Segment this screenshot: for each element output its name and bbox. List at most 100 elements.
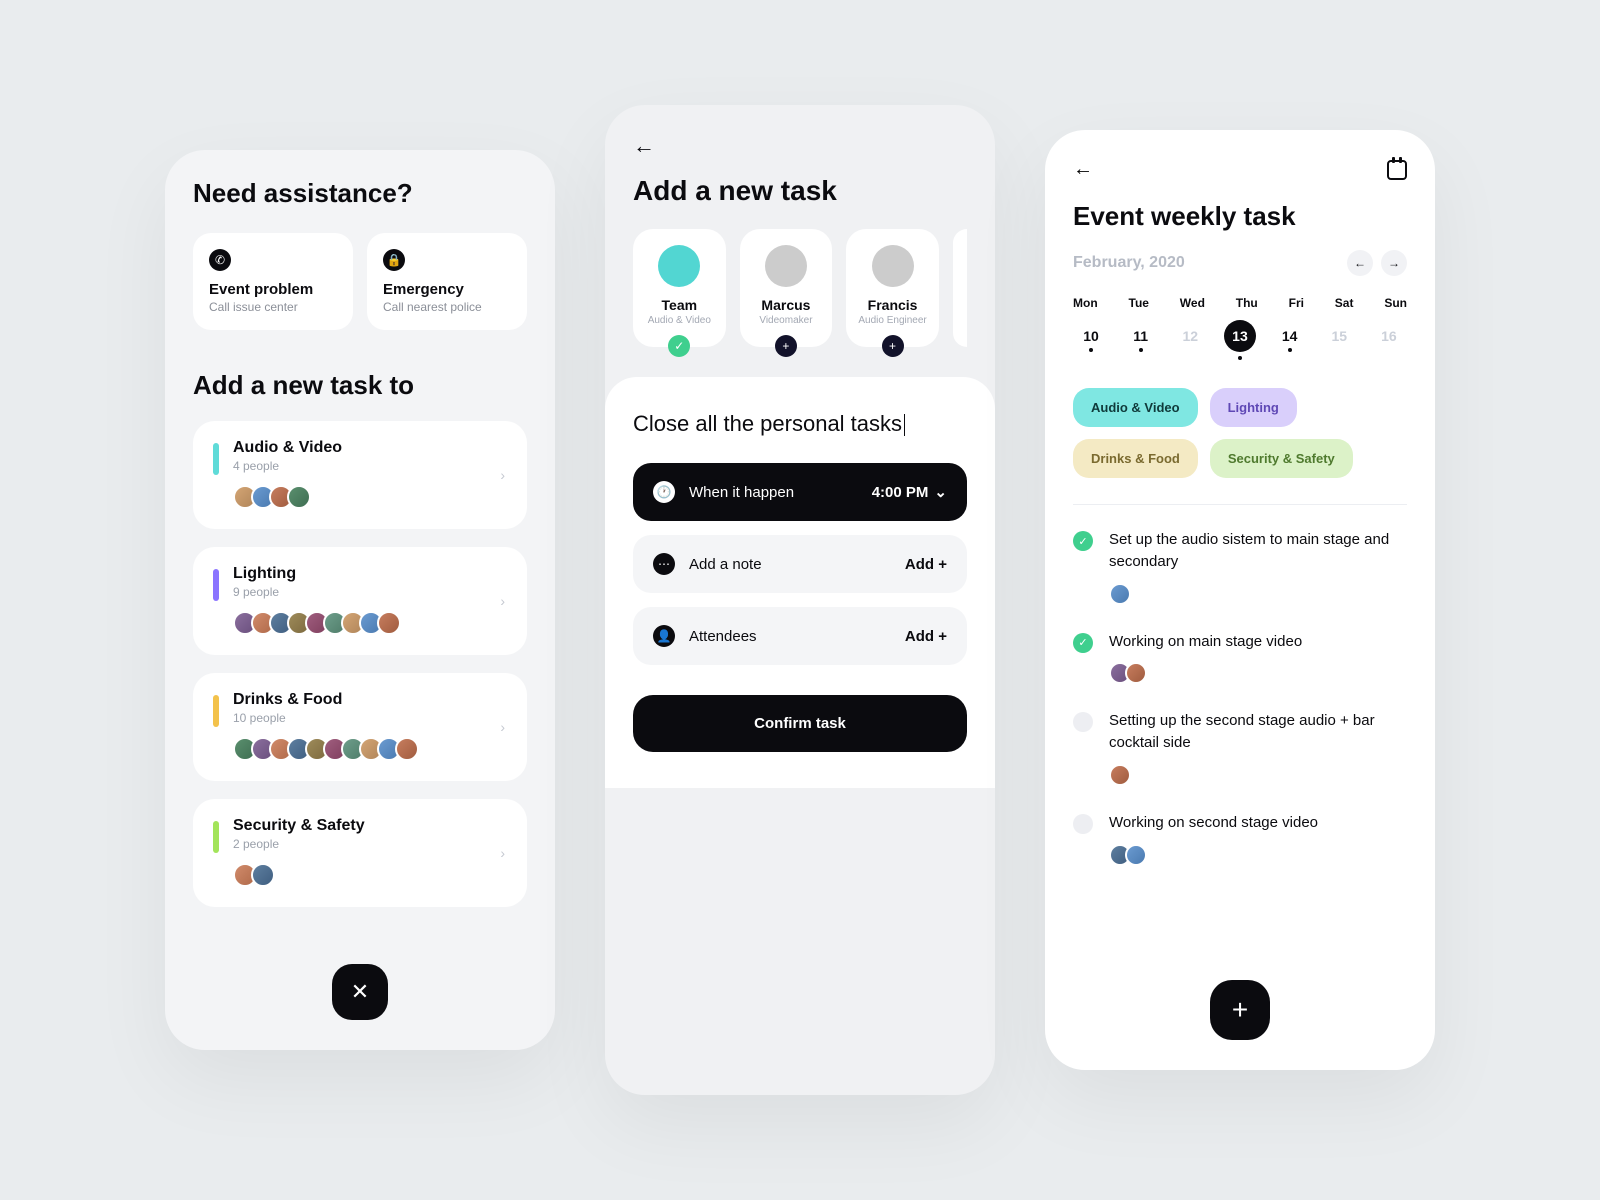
task-text: Working on second stage video (1109, 812, 1318, 834)
weekday: Thu (1236, 296, 1258, 310)
note-row[interactable]: ⋯ Add a note Add + (633, 535, 967, 593)
check-done-icon[interactable]: ✓ (1073, 633, 1093, 653)
month-label: February, 2020 (1073, 254, 1185, 272)
chevron-right-icon: › (500, 593, 505, 609)
task-text: Setting up the second stage audio + bar … (1109, 710, 1407, 754)
team-avatar (658, 245, 700, 287)
assignee-role: Audio & Video (633, 315, 726, 327)
weekday: Sat (1335, 296, 1354, 310)
back-button[interactable]: ← (1073, 158, 1093, 181)
add-button[interactable]: + (1210, 980, 1270, 1040)
weekday: Tue (1129, 296, 1149, 310)
person-icon: 👤 (653, 625, 675, 647)
day-16[interactable]: 16 (1371, 328, 1407, 352)
chip-drinks-food[interactable]: Drinks & Food (1073, 439, 1198, 478)
day-11[interactable]: 11 (1123, 328, 1159, 352)
category-drinks-food[interactable]: Drinks & Food 10 people › (193, 673, 527, 781)
day-15[interactable]: 15 (1321, 328, 1357, 352)
add-task-title: Add a new task to (193, 370, 527, 401)
help-event-problem[interactable]: ✆ Event problem Call issue center (193, 233, 353, 330)
assignee-name: Team (633, 297, 726, 313)
assignee-role: Videomaker (740, 315, 833, 327)
task-item[interactable]: Setting up the second stage audio + bar … (1073, 710, 1407, 786)
assignee-more[interactable] (953, 229, 967, 347)
help-emergency[interactable]: 🔒 Emergency Call nearest police (367, 233, 527, 330)
task-list: ✓ Set up the audio sistem to main stage a… (1073, 529, 1407, 866)
help-sub: Call nearest police (383, 300, 511, 314)
chip-lighting[interactable]: Lighting (1210, 388, 1297, 427)
back-button[interactable]: ← (633, 133, 967, 159)
calendar-icon[interactable] (1387, 160, 1407, 180)
plus-icon[interactable]: + (882, 335, 904, 357)
plus-icon[interactable]: + (775, 335, 797, 357)
avatar (1125, 844, 1147, 866)
chevron-right-icon: › (500, 467, 505, 483)
avatar (1125, 662, 1147, 684)
category-lighting[interactable]: Lighting 9 people › (193, 547, 527, 655)
category-security[interactable]: Security & Safety 2 people › (193, 799, 527, 907)
assignee-marcus[interactable]: Marcus Videomaker + (740, 229, 833, 347)
attendees-row[interactable]: 👤 Attendees Add + (633, 607, 967, 665)
phone-icon: ✆ (209, 249, 231, 271)
confirm-task-button[interactable]: Confirm task (633, 695, 967, 752)
assignee-role: Audio Engineer (846, 315, 939, 327)
chevron-down-icon: ⌄ (934, 483, 947, 501)
when-value: 4:00 PM (872, 484, 929, 501)
weekday-header: Mon Tue Wed Thu Fri Sat Sun (1073, 296, 1407, 310)
category-people: 2 people (233, 837, 365, 851)
task-item[interactable]: Working on second stage video (1073, 812, 1407, 866)
help-sub: Call issue center (209, 300, 337, 314)
assignee-team[interactable]: Team Audio & Video ✓ (633, 229, 726, 347)
task-title-input[interactable]: Close all the personal tasks (633, 411, 967, 437)
color-tab (213, 443, 219, 475)
chip-audio-video[interactable]: Audio & Video (1073, 388, 1198, 427)
weekly-title: Event weekly task (1073, 201, 1407, 232)
day-14[interactable]: 14 (1272, 328, 1308, 352)
screen-add-task: ← Add a new task Team Audio & Video ✓ Ma… (605, 105, 995, 1095)
attendees-label: Attendees (689, 628, 891, 645)
assignee-francis[interactable]: Francis Audio Engineer + (846, 229, 939, 347)
avatar (872, 245, 914, 287)
task-text: Set up the audio sistem to main stage an… (1109, 529, 1407, 573)
weekday: Mon (1073, 296, 1098, 310)
check-empty-icon[interactable] (1073, 712, 1093, 732)
next-month-button[interactable]: → (1381, 250, 1407, 276)
chevron-right-icon: › (500, 845, 505, 861)
add-task-heading: Add a new task (633, 175, 967, 207)
day-13[interactable]: 13 (1222, 320, 1258, 360)
color-tab (213, 821, 219, 853)
avatars (233, 611, 401, 635)
task-item[interactable]: ✓ Set up the audio sistem to main stage a… (1073, 529, 1407, 605)
task-avatars (1109, 844, 1318, 866)
weekday: Sun (1384, 296, 1407, 310)
note-action[interactable]: Add + (905, 556, 947, 573)
task-sheet: Close all the personal tasks 🕐 When it h… (605, 377, 995, 788)
when-label: When it happen (689, 484, 858, 501)
task-avatars (1109, 662, 1302, 684)
check-done-icon[interactable]: ✓ (1073, 531, 1093, 551)
category-audio-video[interactable]: Audio & Video 4 people › (193, 421, 527, 529)
category-people: 10 people (233, 711, 419, 725)
category-name: Security & Safety (233, 817, 365, 835)
close-button[interactable]: ✕ (332, 964, 388, 1020)
clock-icon: 🕐 (653, 481, 675, 503)
category-people: 9 people (233, 585, 401, 599)
avatars (233, 863, 365, 887)
avatar (765, 245, 807, 287)
attendees-action[interactable]: Add + (905, 628, 947, 645)
help-row: ✆ Event problem Call issue center 🔒 Emer… (193, 233, 527, 330)
avatar (1109, 764, 1131, 786)
assignee-row: Team Audio & Video ✓ Marcus Videomaker +… (633, 229, 967, 347)
divider (1073, 504, 1407, 505)
note-label: Add a note (689, 556, 891, 573)
check-empty-icon[interactable] (1073, 814, 1093, 834)
day-12[interactable]: 12 (1172, 328, 1208, 352)
chevron-right-icon: › (500, 719, 505, 735)
day-10[interactable]: 10 (1073, 328, 1109, 352)
chip-security[interactable]: Security & Safety (1210, 439, 1353, 478)
task-item[interactable]: ✓Working on main stage video (1073, 631, 1407, 685)
prev-month-button[interactable]: ← (1347, 250, 1373, 276)
day-row: 10 11 12 13 14 15 16 (1073, 320, 1407, 360)
when-row[interactable]: 🕐 When it happen 4:00 PM ⌄ (633, 463, 967, 521)
assistance-title: Need assistance? (193, 178, 527, 209)
